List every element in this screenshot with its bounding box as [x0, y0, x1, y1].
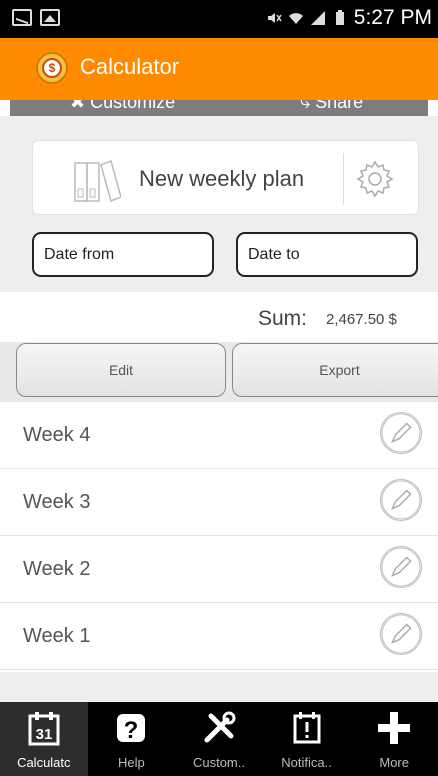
action-bar: $ Calculator	[0, 38, 438, 100]
app-logo-icon[interactable]: $	[36, 52, 68, 84]
status-time: 5:27 PM	[353, 6, 432, 29]
edit-pencil-icon[interactable]	[380, 479, 422, 521]
help-icon: ?	[117, 714, 146, 744]
share-button[interactable]: ⤷ Share	[300, 100, 363, 113]
app-title: Calculator	[80, 54, 180, 79]
edit-button[interactable]: Edit	[16, 343, 226, 397]
notification-icon	[293, 712, 321, 744]
plan-card[interactable]: New weekly plan	[32, 140, 419, 215]
list-item[interactable]: Week 2	[0, 536, 438, 603]
week-list: Week 4 Week 3 Week 2 Week 1	[0, 402, 438, 670]
sum-value: 2,467.50 $	[326, 311, 397, 328]
nav-label: Help	[118, 755, 145, 770]
edit-pencil-icon[interactable]	[380, 546, 422, 588]
nav-notifications[interactable]: Notifica..	[263, 702, 351, 776]
list-item[interactable]: Week 3	[0, 469, 438, 536]
plan-name: New weekly plan	[139, 166, 305, 191]
edit-pencil-icon[interactable]	[380, 613, 422, 655]
list-item[interactable]: Week 1	[0, 603, 438, 670]
customize-label: Customize	[90, 100, 176, 112]
week-label: Week 2	[23, 558, 91, 580]
nav-more[interactable]: More	[350, 702, 438, 776]
nav-help[interactable]: ? Help	[88, 702, 176, 776]
nav-label: More	[379, 755, 409, 770]
bottom-navigation: 31 Calculatc ? Help Custom.. Notifica.. …	[0, 702, 438, 776]
image-icon	[40, 9, 60, 26]
edit-pencil-icon[interactable]	[380, 412, 422, 454]
customize-button[interactable]: ✖ Customize	[70, 100, 175, 113]
gear-icon[interactable]	[355, 159, 395, 199]
plus-icon	[378, 712, 411, 744]
nav-label: Custom..	[192, 755, 245, 770]
week-label: Week 4	[23, 424, 91, 446]
week-label: Week 1	[23, 625, 91, 647]
status-bar: 5:27 PM	[0, 0, 438, 38]
export-button[interactable]: Export	[232, 343, 438, 397]
sub-toolbar: ✖ Customize ⤷ Share	[10, 100, 428, 116]
tools-icon	[204, 711, 236, 743]
list-item[interactable]: Week 4	[0, 402, 438, 469]
wifi-icon	[288, 13, 303, 24]
sum-row: Sum: 2,467.50 $	[0, 292, 438, 342]
calendar-31-icon: 31	[28, 712, 60, 746]
svg-text:?: ?	[124, 717, 139, 744]
nav-customize[interactable]: Custom..	[175, 702, 263, 776]
nav-label: Calculatc	[17, 755, 71, 770]
divider	[343, 153, 344, 205]
battery-icon	[335, 10, 344, 25]
binders-icon	[74, 159, 121, 203]
date-from-field[interactable]: Date from	[32, 232, 214, 277]
sum-label: Sum:	[258, 307, 308, 330]
plan-panel: New weekly plan Date from Date to	[0, 116, 438, 292]
mute-icon	[267, 13, 282, 23]
list-footer	[0, 672, 438, 702]
nav-calculator[interactable]: 31 Calculatc	[0, 702, 88, 776]
message-icon	[12, 9, 32, 26]
signal-icon	[310, 11, 325, 25]
svg-text:31: 31	[35, 726, 52, 743]
week-label: Week 3	[23, 491, 91, 513]
share-label: Share	[315, 100, 364, 112]
action-buttons: Edit Export	[0, 342, 438, 402]
nav-label: Notifica..	[281, 755, 332, 770]
date-to-field[interactable]: Date to	[236, 232, 418, 277]
